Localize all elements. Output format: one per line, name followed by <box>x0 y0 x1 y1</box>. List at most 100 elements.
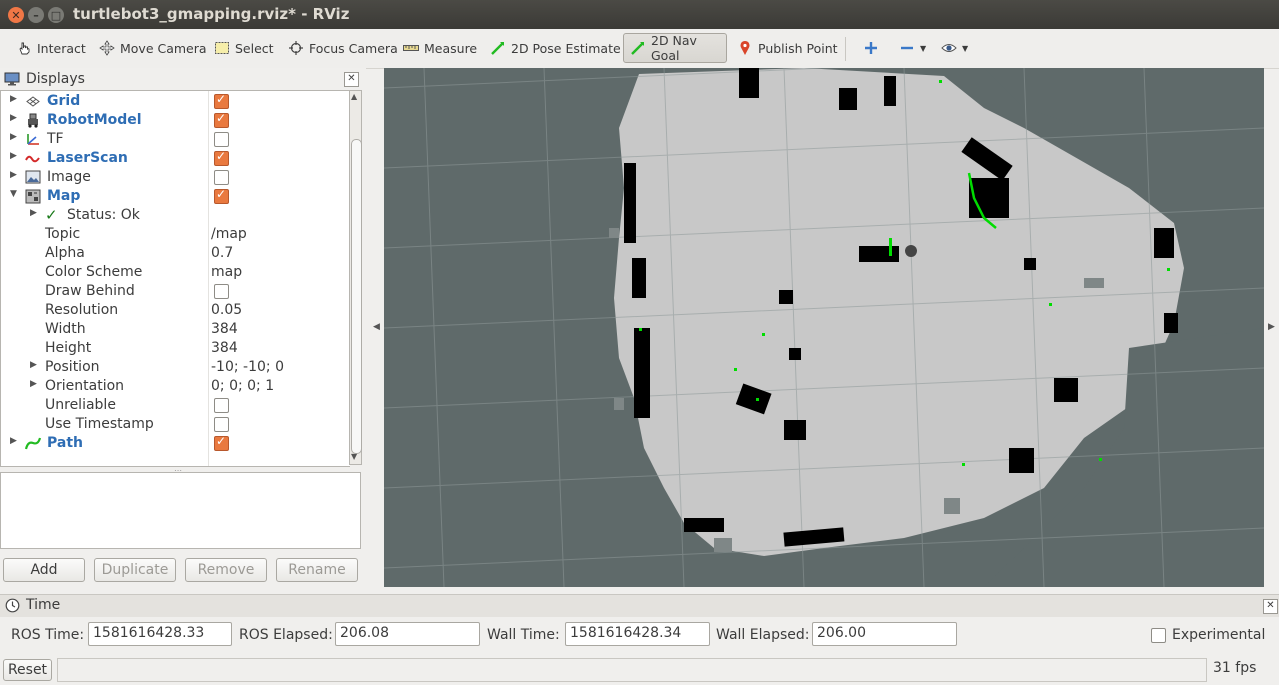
add-button[interactable]: Add <box>3 558 85 582</box>
display-item-robotmodel[interactable]: ▶ RobotModel <box>1 111 350 130</box>
wall-elapsed-label: Wall Elapsed: <box>716 627 810 643</box>
collapse-right-panel-icon[interactable]: ▶ <box>1268 322 1275 332</box>
reset-button[interactable]: Reset <box>3 659 52 681</box>
interact-tool[interactable]: Interact <box>10 33 92 63</box>
displays-panel: Displays ✕ ▶ Grid ▶ RobotModel ▶ <box>0 68 366 592</box>
map-property-unreliable[interactable]: Unreliable <box>1 396 350 415</box>
experimental-checkbox[interactable] <box>1151 628 1166 643</box>
view-options-button[interactable]: ▼ <box>935 33 974 63</box>
width-value[interactable]: 384 <box>211 321 238 337</box>
tf-checkbox[interactable] <box>214 132 229 147</box>
alpha-label: Alpha <box>45 245 85 261</box>
map-checkbox[interactable] <box>214 187 229 204</box>
position-value[interactable]: -10; -10; 0 <box>211 359 284 375</box>
measure-tool[interactable]: Measure <box>397 33 483 63</box>
ros-time-field[interactable]: 1581616428.33 <box>88 622 232 646</box>
display-item-laserscan[interactable]: ▶ LaserScan <box>1 149 350 168</box>
unreliable-checkbox[interactable] <box>214 398 229 413</box>
expand-arrow-icon[interactable]: ▶ <box>10 132 17 142</box>
hand-pointer-icon <box>16 40 32 56</box>
map-property-position[interactable]: ▶ Position -10; -10; 0 <box>1 358 350 377</box>
expand-arrow-icon[interactable]: ▶ <box>10 113 17 123</box>
display-item-tf[interactable]: ▶ TF <box>1 130 350 149</box>
map-property-width[interactable]: Width 384 <box>1 320 350 339</box>
map-property-topic[interactable]: Topic /map <box>1 225 350 244</box>
image-checkbox[interactable] <box>214 170 229 185</box>
add-tool-button[interactable] <box>857 33 885 63</box>
expand-arrow-icon[interactable]: ▶ <box>10 170 17 180</box>
draw-behind-checkbox[interactable] <box>214 284 229 299</box>
map-property-orientation[interactable]: ▶ Orientation 0; 0; 0; 1 <box>1 377 350 396</box>
map-status-row[interactable]: ▶ ✓ Status: Ok <box>1 206 350 225</box>
collapse-left-panel-icon[interactable]: ◀ <box>373 322 380 332</box>
window-minimize-button[interactable]: – <box>28 7 44 23</box>
orientation-value[interactable]: 0; 0; 0; 1 <box>211 378 274 394</box>
display-item-map[interactable]: ▼ Map <box>1 187 350 206</box>
wall-elapsed-field[interactable]: 206.00 <box>812 622 957 646</box>
window-maximize-button[interactable]: □ <box>48 7 64 23</box>
toolbar: Interact Move Camera Select Focus Camera… <box>0 29 1279 69</box>
color-scheme-value[interactable]: map <box>211 264 242 280</box>
window-close-button[interactable]: ✕ <box>8 7 24 23</box>
expand-arrow-icon[interactable]: ▶ <box>30 360 37 370</box>
wall-time-field[interactable]: 1581616428.34 <box>565 622 710 646</box>
close-icon[interactable]: ✕ <box>344 72 359 87</box>
scroll-up-icon[interactable]: ▲ <box>351 92 357 101</box>
scroll-down-icon[interactable]: ▼ <box>351 452 357 461</box>
render-viewport[interactable] <box>384 68 1264 587</box>
tree-scrollbar[interactable]: ▲ ▼ <box>349 90 362 465</box>
remove-button[interactable]: Remove <box>185 558 267 582</box>
path-icon <box>24 436 42 451</box>
close-icon[interactable]: ✕ <box>1263 599 1278 614</box>
topic-value[interactable]: /map <box>211 226 247 242</box>
pose-estimate-label: 2D Pose Estimate <box>511 40 621 56</box>
wall-time-label: Wall Time: <box>487 627 560 643</box>
expand-arrow-icon[interactable]: ▶ <box>10 151 17 161</box>
ros-elapsed-field[interactable]: 206.08 <box>335 622 480 646</box>
expand-arrow-icon[interactable]: ▶ <box>10 94 17 104</box>
remove-tool-button[interactable]: ▼ <box>893 33 932 63</box>
duplicate-button[interactable]: Duplicate <box>94 558 176 582</box>
draw-behind-label: Draw Behind <box>45 283 135 299</box>
focus-camera-tool[interactable]: Focus Camera <box>282 33 404 63</box>
map-property-height[interactable]: Height 384 <box>1 339 350 358</box>
select-box-icon <box>214 40 230 56</box>
collapse-arrow-icon[interactable]: ▼ <box>10 189 17 199</box>
grid-checkbox[interactable] <box>214 92 229 109</box>
display-label-robotmodel: RobotModel <box>47 112 142 128</box>
map-property-alpha[interactable]: Alpha 0.7 <box>1 244 350 263</box>
crosshair-icon <box>288 40 304 56</box>
expand-arrow-icon[interactable]: ▶ <box>30 379 37 389</box>
rename-button[interactable]: Rename <box>276 558 358 582</box>
select-tool[interactable]: Select <box>208 33 280 63</box>
path-checkbox[interactable] <box>214 434 229 451</box>
display-item-image[interactable]: ▶ Image <box>1 168 350 187</box>
displays-tree: ▶ Grid ▶ RobotModel ▶ TF ▶ <box>0 90 350 467</box>
displays-title: Displays <box>26 71 85 87</box>
height-value[interactable]: 384 <box>211 340 238 356</box>
robotmodel-checkbox[interactable] <box>214 111 229 128</box>
map-property-color-scheme[interactable]: Color Scheme map <box>1 263 350 282</box>
publish-point-tool[interactable]: Publish Point <box>731 33 844 63</box>
display-item-grid[interactable]: ▶ Grid <box>1 92 350 111</box>
alpha-value[interactable]: 0.7 <box>211 245 233 261</box>
map-status-label: Status: Ok <box>67 207 140 223</box>
use-timestamp-checkbox[interactable] <box>214 417 229 432</box>
scrollbar-thumb[interactable] <box>351 139 362 454</box>
pose-estimate-tool[interactable]: 2D Pose Estimate <box>484 33 627 63</box>
map-property-resolution[interactable]: Resolution 0.05 <box>1 301 350 320</box>
resolution-value[interactable]: 0.05 <box>211 302 242 318</box>
height-label: Height <box>45 340 92 356</box>
nav-goal-tool[interactable]: 2D Nav Goal <box>623 33 727 63</box>
map-property-use-timestamp[interactable]: Use Timestamp <box>1 415 350 434</box>
expand-arrow-icon[interactable]: ▶ <box>10 436 17 446</box>
display-label-map: Map <box>47 188 81 204</box>
plus-icon <box>863 40 879 56</box>
expand-arrow-icon[interactable]: ▶ <box>30 208 37 218</box>
status-message-area <box>57 658 1207 682</box>
map-property-draw-behind[interactable]: Draw Behind <box>1 282 350 301</box>
laserscan-checkbox[interactable] <box>214 149 229 166</box>
topic-label: Topic <box>45 226 81 242</box>
display-item-path[interactable]: ▶ Path <box>1 434 350 453</box>
move-camera-tool[interactable]: Move Camera <box>93 33 213 63</box>
